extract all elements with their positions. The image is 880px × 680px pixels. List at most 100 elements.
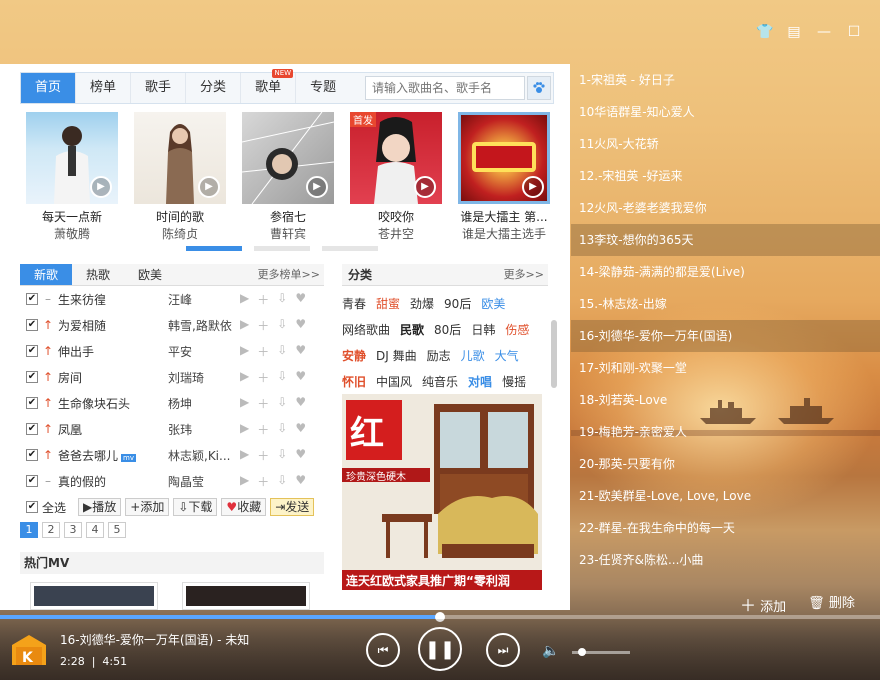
- playlist-item[interactable]: 22-群星-在我生命中的每一天: [571, 512, 880, 544]
- delete-track-button[interactable]: 🗑 删除: [808, 592, 855, 616]
- playlist-item[interactable]: 20-那英-只要有你: [571, 448, 880, 480]
- carousel-dot[interactable]: [254, 246, 310, 251]
- category-tag[interactable]: 80后: [434, 321, 461, 338]
- mv-thumbnail[interactable]: [182, 582, 310, 610]
- heart-icon[interactable]: ♥: [295, 447, 306, 464]
- tab-new-songs[interactable]: 新歌: [20, 264, 73, 285]
- download-icon[interactable]: ⇩: [277, 395, 287, 412]
- more-charts-link[interactable]: 更多榜单>>: [258, 264, 320, 286]
- category-tag[interactable]: 90后: [444, 295, 471, 312]
- mv-thumbnail[interactable]: [30, 582, 158, 610]
- playlist-item[interactable]: 1-宋祖英 - 好日子: [571, 64, 880, 96]
- category-tag[interactable]: 欧美: [481, 295, 505, 312]
- album-cover[interactable]: ▶: [134, 112, 226, 204]
- add-icon[interactable]: ＋: [257, 369, 269, 386]
- send-button[interactable]: ⇥发送: [270, 498, 315, 516]
- singer-name[interactable]: 张玮: [168, 421, 240, 438]
- category-tag[interactable]: 劲爆: [410, 295, 434, 312]
- play-icon[interactable]: ▶: [240, 421, 249, 438]
- more-category-link[interactable]: 更多>>: [504, 264, 544, 286]
- menu-icon[interactable]: ▤: [786, 24, 802, 40]
- add-icon[interactable]: ＋: [257, 473, 269, 490]
- song-row[interactable]: ✔ ↑ 凤凰 张玮 ▶ ＋ ⇩ ♥: [20, 416, 324, 442]
- play-icon[interactable]: ▶: [240, 395, 249, 412]
- category-tag[interactable]: DJ 舞曲: [376, 347, 417, 364]
- play-icon[interactable]: ▶: [240, 343, 249, 360]
- playlist-item[interactable]: 10华语群星-知心爱人: [571, 96, 880, 128]
- tab-singers[interactable]: 歌手: [131, 73, 187, 103]
- song-row[interactable]: ✔ ↑ 爸爸去哪儿 mv 林志颖,Ki... ▶ ＋ ⇩ ♥: [20, 442, 324, 468]
- tab-topics[interactable]: 专题: [296, 73, 350, 103]
- add-button[interactable]: +添加: [125, 498, 170, 516]
- playlist-item[interactable]: 17-刘和刚-欢聚一堂: [571, 352, 880, 384]
- tab-western[interactable]: 欧美: [124, 264, 176, 285]
- category-tag[interactable]: 伤感: [505, 321, 529, 338]
- carousel-dot[interactable]: [322, 246, 378, 251]
- singer-name[interactable]: 杨坤: [168, 395, 240, 412]
- album-cover[interactable]: ▶: [242, 112, 334, 204]
- song-name[interactable]: 生来彷徨: [58, 291, 168, 308]
- add-icon[interactable]: ＋: [257, 447, 269, 464]
- play-icon[interactable]: ▶: [240, 317, 249, 334]
- song-checkbox[interactable]: ✔: [26, 423, 38, 435]
- add-icon[interactable]: ＋: [257, 317, 269, 334]
- playlist-item[interactable]: 13李玟-想你的365天: [571, 224, 880, 256]
- add-icon[interactable]: ＋: [257, 421, 269, 438]
- category-tag[interactable]: 中国风: [376, 373, 412, 390]
- page-1[interactable]: 1: [20, 522, 38, 538]
- category-tag[interactable]: 青春: [342, 295, 366, 312]
- category-tag[interactable]: 对唱: [468, 373, 492, 390]
- page-2[interactable]: 2: [42, 522, 60, 538]
- download-icon[interactable]: ⇩: [277, 317, 287, 334]
- mv-badge[interactable]: mv: [121, 453, 136, 462]
- heart-icon[interactable]: ♥: [295, 369, 306, 386]
- singer-name[interactable]: 林志颖,Ki...: [168, 447, 240, 464]
- download-icon[interactable]: ⇩: [277, 421, 287, 438]
- download-button[interactable]: ⇩下载: [173, 498, 218, 516]
- category-tag[interactable]: 怀旧: [342, 373, 366, 390]
- song-checkbox[interactable]: ✔: [26, 345, 38, 357]
- add-icon[interactable]: ＋: [257, 343, 269, 360]
- category-tag[interactable]: 大气: [495, 347, 519, 364]
- page-5[interactable]: 5: [108, 522, 126, 538]
- tab-category[interactable]: 分类: [186, 73, 242, 103]
- song-row[interactable]: ✔ ↑ 为爱相随 韩雪,路默依 ▶ ＋ ⇩ ♥: [20, 312, 324, 338]
- download-icon[interactable]: ⇩: [277, 473, 287, 490]
- song-name[interactable]: 凤凰: [58, 421, 168, 438]
- volume-knob[interactable]: [577, 648, 586, 656]
- song-name[interactable]: 房间: [58, 369, 168, 386]
- next-button[interactable]: ⏭: [486, 633, 520, 667]
- album-cover[interactable]: 首发 ▶: [350, 112, 442, 204]
- category-tag[interactable]: 安静: [342, 347, 366, 364]
- playlist-item[interactable]: 18-刘若英-Love: [571, 384, 880, 416]
- category-tag[interactable]: 甜蜜: [376, 295, 400, 312]
- play-button[interactable]: ▶播放: [78, 498, 122, 516]
- category-tag[interactable]: 日韩: [471, 321, 495, 338]
- play-icon[interactable]: ▶: [414, 176, 436, 198]
- song-checkbox[interactable]: ✔: [26, 449, 38, 461]
- category-tag[interactable]: 网络歌曲: [342, 321, 390, 338]
- singer-name[interactable]: 平安: [168, 343, 240, 360]
- heart-icon[interactable]: ♥: [295, 473, 306, 490]
- favorite-button[interactable]: ♥收藏: [221, 498, 267, 516]
- album-card[interactable]: ▶ 时间的歌 陈绮贞: [134, 112, 226, 242]
- song-row[interactable]: ✔ ↑ 房间 刘瑞琦 ▶ ＋ ⇩ ♥: [20, 364, 324, 390]
- tab-hot-songs[interactable]: 热歌: [72, 264, 124, 285]
- download-icon[interactable]: ⇩: [277, 343, 287, 360]
- singer-name[interactable]: 刘瑞琦: [168, 369, 240, 386]
- singer-name[interactable]: 韩雪,路默依: [168, 317, 240, 334]
- search-input[interactable]: [365, 76, 525, 100]
- song-row[interactable]: ✔ ↑ 伸出手 平安 ▶ ＋ ⇩ ♥: [20, 338, 324, 364]
- singer-name[interactable]: 陶晶莹: [168, 473, 240, 490]
- play-icon[interactable]: ▶: [306, 176, 328, 198]
- add-icon[interactable]: ＋: [257, 395, 269, 412]
- volume-icon[interactable]: 🔈: [542, 643, 559, 659]
- album-cover[interactable]: ▶: [458, 112, 550, 204]
- album-card[interactable]: 首发 ▶ 咬咬你 苍井空: [350, 112, 442, 242]
- volume-slider[interactable]: [572, 648, 630, 656]
- search-button[interactable]: [527, 76, 551, 100]
- select-all-checkbox[interactable]: ✔: [26, 501, 38, 513]
- play-icon[interactable]: ▶: [240, 447, 249, 464]
- song-checkbox[interactable]: ✔: [26, 397, 38, 409]
- song-row[interactable]: ✔ – 真的假的 陶晶莹 ▶ ＋ ⇩ ♥: [20, 468, 324, 494]
